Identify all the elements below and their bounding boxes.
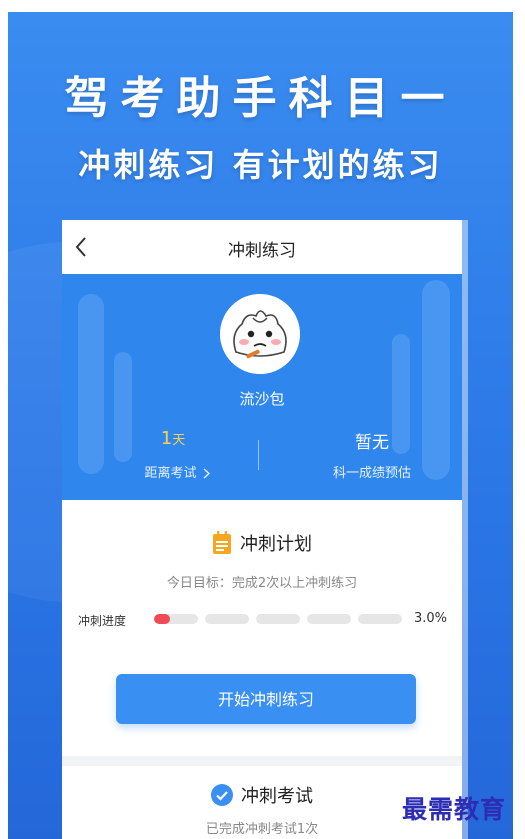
days-left-unit: 天 bbox=[172, 433, 186, 448]
progress-segment bbox=[256, 614, 300, 624]
progress-segment bbox=[307, 614, 351, 624]
plan-title: 冲刺计划 bbox=[240, 534, 312, 555]
progress-segment bbox=[358, 614, 402, 624]
progress-percent: 3.0% bbox=[414, 611, 448, 626]
promo-poster: 驾考助手科目一 冲刺练习 有计划的练习 冲刺练习 流沙包 1天 距离考试 暂无 … bbox=[8, 12, 513, 839]
days-left-number: 1 bbox=[160, 428, 173, 449]
poster-subheadline: 冲刺练习 有计划的练习 bbox=[78, 146, 443, 184]
dumpling-avatar-icon bbox=[220, 294, 300, 374]
nav-bar: 冲刺练习 bbox=[62, 220, 462, 274]
progress-segment bbox=[154, 614, 198, 624]
progress-label: 冲刺进度 bbox=[78, 614, 127, 628]
score-estimate-value: 暂无 bbox=[355, 433, 389, 453]
profile-header: 流沙包 1天 距离考试 暂无 科一成绩预估 bbox=[62, 274, 462, 500]
phone-screen: 冲刺练习 流沙包 1天 距离考试 暂无 科一成绩预估 冲刺计划 今日目标：完成2… bbox=[62, 220, 462, 839]
poster-headline: 驾考助手科目一 bbox=[64, 73, 457, 124]
progress-segment bbox=[205, 614, 249, 624]
section-divider bbox=[62, 756, 462, 766]
watermark-logo: 最需教育 bbox=[402, 795, 507, 824]
chevron-right-icon bbox=[203, 468, 210, 479]
avatar[interactable] bbox=[220, 294, 300, 374]
stat-divider bbox=[258, 440, 259, 470]
progress-fill bbox=[154, 614, 170, 624]
check-circle-icon bbox=[211, 784, 233, 806]
page-title: 冲刺练习 bbox=[228, 241, 296, 261]
plan-header: 冲刺计划 bbox=[62, 530, 462, 556]
score-estimate-label: 科一成绩预估 bbox=[332, 466, 411, 481]
username: 流沙包 bbox=[239, 390, 285, 408]
days-left-link[interactable]: 距离考试 bbox=[112, 462, 242, 481]
exam-title: 冲刺考试 bbox=[241, 786, 313, 807]
decor-pill bbox=[78, 294, 104, 474]
days-left-label: 距离考试 bbox=[144, 466, 197, 481]
plan-goal: 今日目标：完成2次以上冲刺练习 bbox=[166, 576, 358, 591]
days-left-value: 1天 bbox=[118, 428, 228, 449]
notepad-icon bbox=[213, 531, 231, 554]
start-sprint-button[interactable]: 开始冲刺练习 bbox=[116, 674, 416, 724]
